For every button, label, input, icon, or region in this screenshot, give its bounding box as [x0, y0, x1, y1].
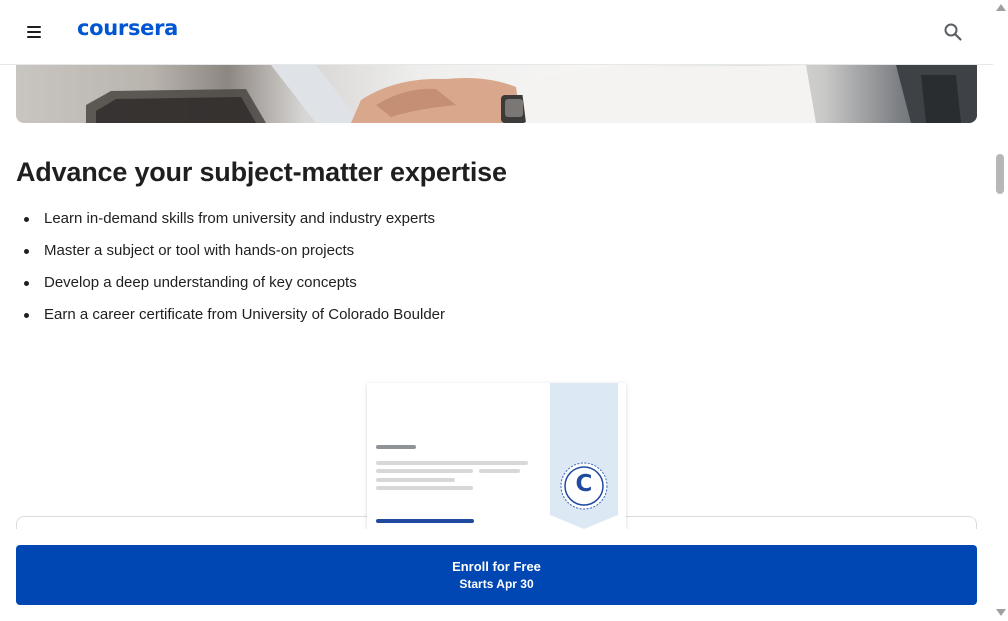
enroll-button[interactable]: Enroll for Free Starts Apr 30: [16, 545, 977, 605]
hero-image: [16, 65, 977, 123]
top-header: coursera: [0, 0, 993, 65]
list-item: Develop a deep understanding of key conc…: [24, 272, 445, 304]
hamburger-menu-icon[interactable]: [24, 22, 44, 42]
certificate-ribbon: [550, 383, 618, 529]
list-item: Master a subject or tool with hands-on p…: [24, 240, 445, 272]
enroll-start-date: Starts Apr 30: [459, 577, 534, 591]
section-title: Advance your subject-matter expertise: [16, 157, 507, 187]
certificate-illustration: C: [367, 383, 626, 529]
search-icon[interactable]: [943, 22, 963, 42]
list-item: Learn in-demand skills from university a…: [24, 208, 445, 240]
coursera-logo[interactable]: coursera: [77, 16, 178, 40]
enroll-label: Enroll for Free: [452, 559, 541, 574]
scroll-down-arrow-icon[interactable]: [996, 609, 1006, 616]
list-item: Earn a career certificate from Universit…: [24, 304, 445, 336]
scrollbar-thumb[interactable]: [996, 154, 1004, 194]
benefits-list: Learn in-demand skills from university a…: [24, 208, 445, 336]
page-scrollbar[interactable]: [993, 0, 1008, 621]
certificate-badge-letter: C: [575, 471, 593, 497]
scroll-up-arrow-icon[interactable]: [996, 4, 1006, 11]
